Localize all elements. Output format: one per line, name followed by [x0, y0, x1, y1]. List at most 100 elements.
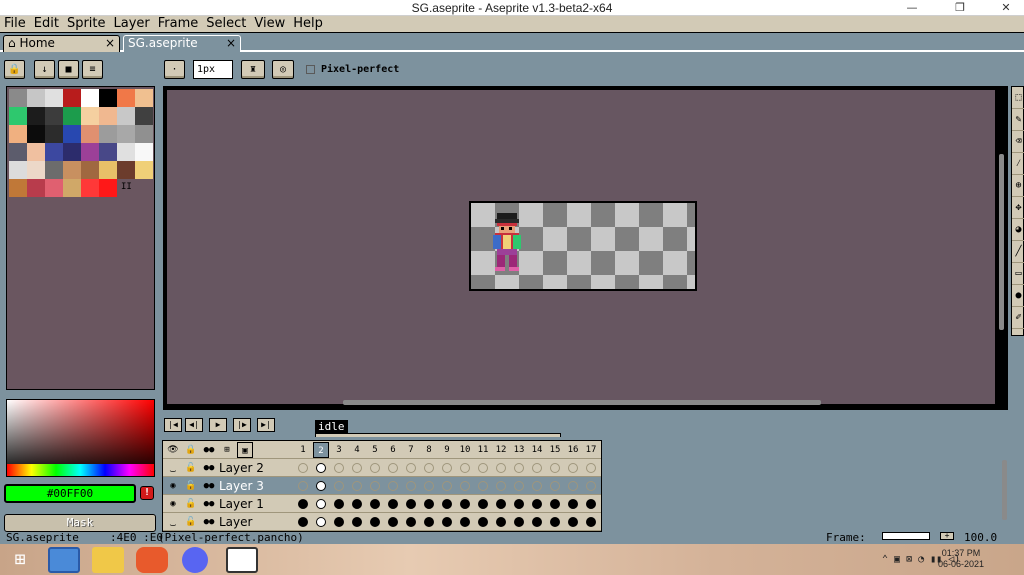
cel[interactable] — [388, 481, 398, 491]
palette-sort-button[interactable]: ■ — [58, 60, 79, 79]
cel[interactable] — [496, 481, 506, 491]
link-header-icon[interactable]: ●● — [201, 442, 217, 458]
continuous-icon[interactable]: ●● — [201, 460, 217, 476]
timeline-scrollbar[interactable] — [1002, 460, 1007, 520]
cel[interactable] — [460, 463, 470, 473]
app-icon[interactable] — [48, 547, 80, 573]
cel[interactable] — [568, 481, 578, 491]
discord-icon[interactable] — [182, 547, 208, 573]
palette-swatch[interactable] — [81, 107, 99, 125]
frame-number[interactable]: 8 — [421, 442, 437, 458]
palette-swatch[interactable] — [27, 107, 45, 125]
cel[interactable] — [370, 517, 380, 527]
frame-number[interactable]: 1 — [295, 442, 311, 458]
pencil-tool-icon[interactable]: ✎ — [1012, 109, 1024, 131]
cel[interactable] — [424, 463, 434, 473]
cel[interactable] — [352, 517, 362, 527]
cel[interactable] — [298, 463, 308, 473]
lock-palette-button[interactable]: 🔒 — [4, 60, 25, 79]
cel[interactable] — [334, 463, 344, 473]
warning-icon[interactable]: ! — [140, 486, 154, 500]
frame-number[interactable]: 14 — [529, 442, 545, 458]
cel[interactable] — [478, 499, 488, 509]
palette-swatch[interactable] — [135, 161, 153, 179]
frame-number[interactable]: 3 — [331, 442, 347, 458]
cel[interactable] — [424, 481, 434, 491]
palette-swatch[interactable] — [45, 179, 63, 197]
cel[interactable] — [514, 481, 524, 491]
layer-row[interactable]: ◉ 🔓 ●● Layer 3 — [163, 477, 601, 495]
file-explorer-icon[interactable] — [92, 547, 124, 573]
palette-swatch[interactable] — [63, 179, 81, 197]
layer-row[interactable]: ‿ 🔓 ●● Layer 2 — [163, 459, 601, 477]
color-hex-field[interactable]: #00FF00 — [4, 484, 136, 503]
cel[interactable] — [586, 463, 596, 473]
palette-swatch[interactable] — [45, 161, 63, 179]
palette-swatch[interactable] — [27, 179, 45, 197]
frame-number[interactable]: 5 — [367, 442, 383, 458]
blur-tool-icon[interactable]: ✐ — [1012, 307, 1024, 329]
cel[interactable] — [550, 463, 560, 473]
palette-swatch[interactable] — [27, 125, 45, 143]
close-window-button[interactable]: ✕ — [990, 0, 1022, 16]
cel[interactable] — [568, 499, 578, 509]
palette-swatch[interactable] — [81, 89, 99, 107]
frame-number[interactable]: 12 — [493, 442, 509, 458]
cel[interactable] — [316, 463, 326, 473]
tray-icons[interactable]: ⌃ ▣ ⊠ ◔ ▮▮ ◁) — [882, 554, 960, 565]
contour-tool-icon[interactable]: ● — [1012, 285, 1024, 307]
next-frame-button[interactable]: |▶ — [233, 418, 251, 432]
palette-swatch[interactable] — [135, 107, 153, 125]
color-spectrum[interactable] — [6, 399, 155, 477]
palette-swatch[interactable] — [81, 125, 99, 143]
palette-swatch[interactable] — [63, 143, 81, 161]
layer-name[interactable]: Layer — [219, 513, 295, 531]
palette-swatch[interactable] — [99, 89, 117, 107]
rectangle-tool-icon[interactable]: ▭ — [1012, 263, 1024, 285]
cel[interactable] — [298, 481, 308, 491]
cel[interactable] — [586, 517, 596, 527]
cel[interactable] — [406, 463, 416, 473]
cel[interactable] — [496, 499, 506, 509]
hue-bar[interactable] — [7, 464, 154, 476]
new-frame-button[interactable]: + — [940, 532, 954, 540]
fill-tool-icon[interactable]: ◕ — [1012, 219, 1024, 241]
frame-number[interactable]: 15 — [547, 442, 563, 458]
cel[interactable] — [316, 499, 326, 509]
palette-swatch[interactable] — [9, 179, 27, 197]
palette-swatch[interactable] — [99, 143, 117, 161]
palette-swatch[interactable] — [45, 143, 63, 161]
layer-row[interactable]: ‿ 🔓 ●● Layer — [163, 513, 601, 531]
cel[interactable] — [586, 499, 596, 509]
continuous-icon[interactable]: ●● — [201, 514, 217, 530]
palette-swatch[interactable] — [63, 161, 81, 179]
maximize-button[interactable]: ❐ — [944, 0, 976, 16]
palette-swatch[interactable] — [117, 143, 135, 161]
cel[interactable] — [406, 499, 416, 509]
palette-down-button[interactable]: ↓ — [34, 60, 55, 79]
palette-swatch[interactable] — [9, 161, 27, 179]
cel[interactable] — [334, 499, 344, 509]
palette-swatch[interactable] — [9, 125, 27, 143]
cel[interactable] — [442, 517, 452, 527]
cel[interactable] — [532, 517, 542, 527]
cel[interactable] — [478, 481, 488, 491]
cel[interactable] — [352, 499, 362, 509]
continuous-icon[interactable]: ●● — [201, 478, 217, 494]
eye-icon[interactable]: ◉ — [165, 478, 181, 494]
frame-number[interactable]: 7 — [403, 442, 419, 458]
eye-closed-icon[interactable]: ‿ — [165, 514, 181, 530]
onion-header-icon[interactable]: ▣ — [237, 442, 253, 458]
palette-swatch[interactable] — [9, 107, 27, 125]
cel[interactable] — [460, 481, 470, 491]
menu-frame[interactable]: Frame — [154, 16, 203, 33]
palette-swatch[interactable] — [135, 125, 153, 143]
lock-icon[interactable]: 🔓 — [183, 514, 199, 530]
palette-swatch[interactable] — [135, 143, 153, 161]
palette-swatch[interactable] — [81, 143, 99, 161]
palette-swatch[interactable] — [27, 143, 45, 161]
tab-home[interactable]: ⌂ Home × — [3, 35, 120, 52]
last-frame-button[interactable]: ▶| — [257, 418, 275, 432]
palette-swatch[interactable] — [99, 125, 117, 143]
cel[interactable] — [352, 463, 362, 473]
